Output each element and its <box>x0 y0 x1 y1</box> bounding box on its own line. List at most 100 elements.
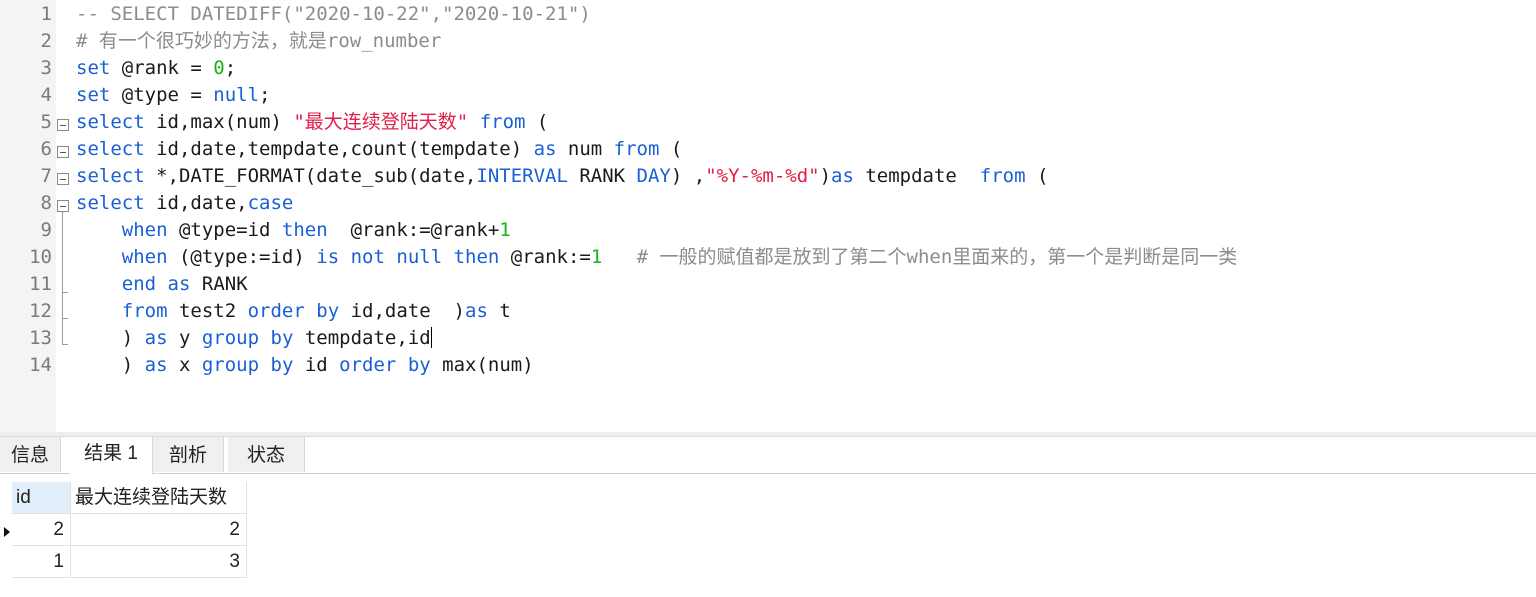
code-token: 1 <box>499 219 511 241</box>
code-line[interactable]: 11 end as RANK <box>0 271 1536 298</box>
code-token: case <box>247 192 294 214</box>
code-line[interactable]: 10 when (@type:=id) is not null then @ra… <box>0 244 1536 271</box>
code-line[interactable]: 1 -- SELECT DATEDIFF("2020-10-22","2020-1… <box>0 1 1536 28</box>
code-text[interactable]: set @rank = 0; <box>76 55 236 82</box>
result-tabs: 信息 结果 1 剖析 状态 <box>0 437 1536 474</box>
code-text[interactable]: select id,date,case <box>76 190 293 217</box>
code-token: ) <box>76 327 145 349</box>
code-token: 1 <box>590 246 603 268</box>
code-token: *,DATE_FORMAT(date_sub(date, <box>144 165 477 187</box>
code-token: when <box>121 219 168 241</box>
code-text[interactable]: set @type = null; <box>76 82 271 109</box>
code-token: # 有一个很巧妙的方法，就是row_number <box>76 30 442 52</box>
code-token: t <box>487 300 511 322</box>
code-token: "%Y-%m-%d" <box>705 165 820 187</box>
code-token: -- SELECT DATEDIFF("2020-10-22","2020-10… <box>76 3 591 25</box>
code-token: from <box>121 300 168 322</box>
code-text[interactable]: end as RANK <box>76 271 248 298</box>
fold-toggle-line-6[interactable] <box>57 146 69 158</box>
code-token: select <box>76 165 145 187</box>
line-number: 13 <box>29 327 52 349</box>
code-token: as <box>144 327 168 349</box>
table-cell[interactable]: 3 <box>71 546 247 578</box>
code-token: when <box>121 246 168 268</box>
code-line[interactable]: 5 select id,max(num) "最大连续登陆天数" from ( <box>0 109 1536 136</box>
code-token: by <box>316 300 340 322</box>
fold-toggle-line-7[interactable] <box>57 173 69 185</box>
line-number: 11 <box>29 273 52 295</box>
code-token: set <box>76 84 111 106</box>
code-line[interactable]: 4 set @type = null; <box>0 82 1536 109</box>
code-text[interactable]: select *,DATE_FORMAT(date_sub(date,INTER… <box>76 163 1048 190</box>
code-token: max(num) <box>430 354 534 376</box>
code-text[interactable]: when (@type:=id) is not null then @rank:… <box>76 244 1238 271</box>
fold-end-tick <box>62 292 68 293</box>
code-line[interactable]: 13 ) as y group by tempdate,id <box>0 325 1536 352</box>
code-text[interactable]: when @type=id then @rank:=@rank+1 <box>76 217 511 244</box>
code-token: (@type:=id) <box>167 246 317 268</box>
line-number: 10 <box>29 246 52 268</box>
fold-end-tick <box>62 318 68 319</box>
code-token: order <box>247 300 305 322</box>
current-row-indicator-icon <box>4 527 10 537</box>
code-token: select <box>76 192 145 214</box>
line-number: 3 <box>40 57 52 79</box>
line-number: 12 <box>29 300 52 322</box>
line-number: 8 <box>40 192 52 214</box>
text-caret <box>430 327 432 348</box>
code-line[interactable]: 9 when @type=id then @rank:=@rank+1 <box>0 217 1536 244</box>
code-token: set <box>76 57 111 79</box>
code-text[interactable]: # 有一个很巧妙的方法，就是row_number <box>76 28 441 55</box>
code-token: then <box>281 219 328 241</box>
code-line[interactable]: 2 # 有一个很巧妙的方法，就是row_number <box>0 28 1536 55</box>
line-number: 5 <box>40 111 52 133</box>
fold-toggle-line-5[interactable] <box>57 119 69 131</box>
line-number: 14 <box>29 354 52 376</box>
code-token: as <box>167 273 191 295</box>
code-token: tempdate,id <box>293 327 431 349</box>
line-number: 2 <box>40 30 52 52</box>
code-token: as <box>465 300 488 322</box>
code-token: ( <box>525 111 549 133</box>
code-token: ( <box>659 138 683 160</box>
fold-toggle-line-8[interactable] <box>57 200 69 212</box>
code-token: then <box>453 246 500 268</box>
code-token: DAY <box>636 165 671 187</box>
code-text[interactable]: -- SELECT DATEDIFF("2020-10-22","2020-10… <box>76 1 591 28</box>
tab-profile[interactable]: 剖析 <box>153 437 224 472</box>
code-token: by <box>270 327 294 349</box>
code-text[interactable]: ) as y group by tempdate,id <box>76 325 432 352</box>
line-number: 9 <box>40 219 52 241</box>
code-text[interactable]: select id,date,tempdate,count(tempdate) … <box>76 136 682 163</box>
code-line[interactable]: 8 select id,date,case <box>0 190 1536 217</box>
column-header-id[interactable]: id <box>12 482 71 514</box>
table-cell[interactable]: 2 <box>12 514 71 546</box>
tab-status[interactable]: 状态 <box>228 437 305 472</box>
code-line[interactable]: 14 ) as x group by id order by max(num) <box>0 352 1536 379</box>
code-token: id,date ) <box>339 300 465 322</box>
code-token: order <box>339 354 397 376</box>
code-token: not <box>350 246 385 268</box>
code-text[interactable]: from test2 order by id,date )as t <box>76 298 511 325</box>
column-header-max-consecutive-days[interactable]: 最大连续登陆天数 <box>71 482 247 514</box>
sql-editor[interactable]: 1 -- SELECT DATEDIFF("2020-10-22","2020-1… <box>0 0 1536 432</box>
line-number: 6 <box>40 138 52 160</box>
code-token: select <box>76 138 145 160</box>
table-cell[interactable]: 2 <box>71 514 247 546</box>
code-text[interactable]: ) as x group by id order by max(num) <box>76 352 534 379</box>
code-line[interactable]: 12 from test2 order by id,date )as t <box>0 298 1536 325</box>
code-text[interactable]: select id,max(num) "最大连续登陆天数" from ( <box>76 109 548 136</box>
tab-info[interactable]: 信息 <box>0 437 61 472</box>
table-cell[interactable]: 1 <box>12 546 71 578</box>
code-line[interactable]: 6 select id,date,tempdate,count(tempdate)… <box>0 136 1536 163</box>
code-line[interactable]: 3 set @rank = 0; <box>0 55 1536 82</box>
code-token: @type = <box>110 84 214 106</box>
tab-result-1[interactable]: 结果 1 <box>70 437 153 474</box>
code-line[interactable]: 7 select *,DATE_FORMAT(date_sub(date,INTE… <box>0 163 1536 190</box>
